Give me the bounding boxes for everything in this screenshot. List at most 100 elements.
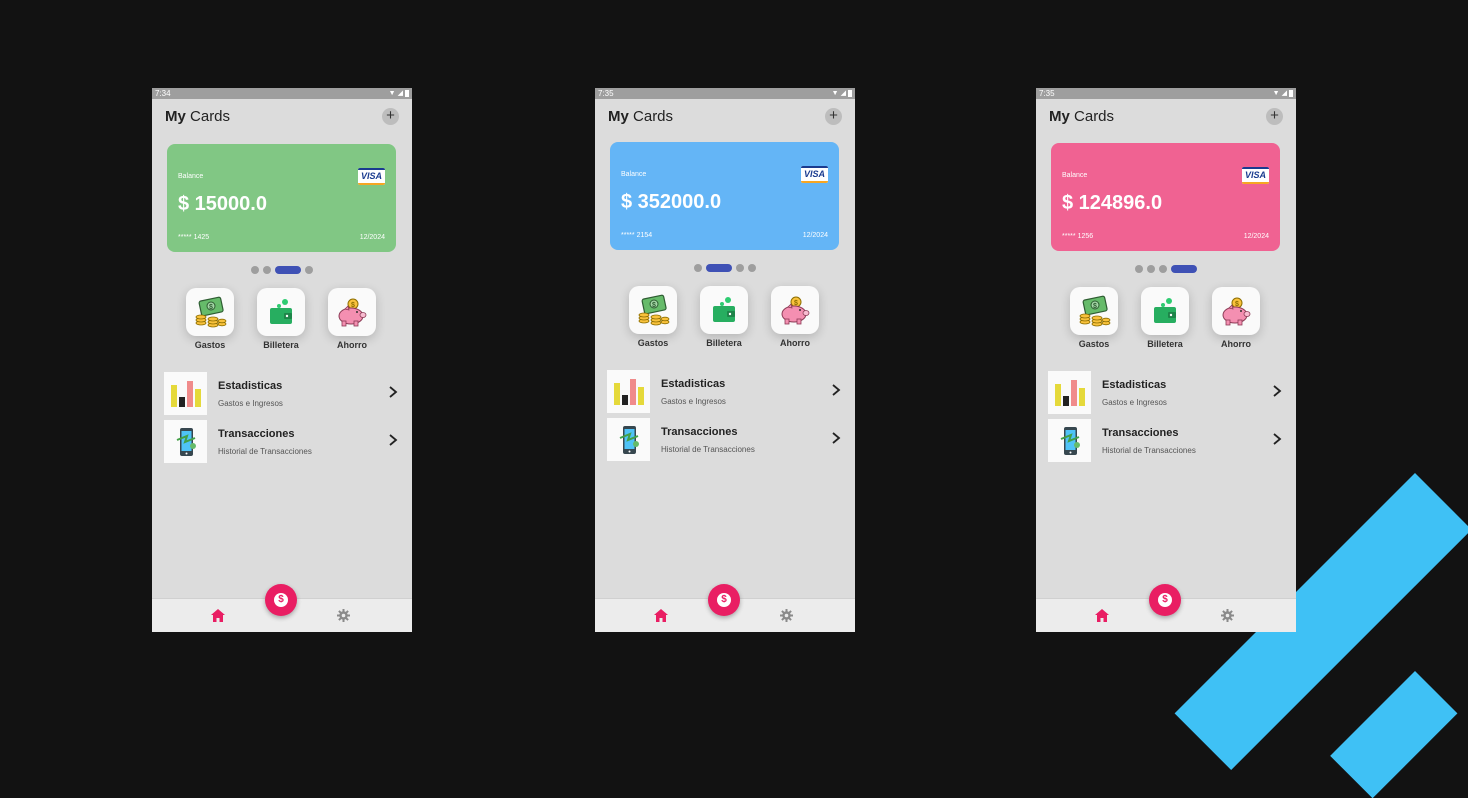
indicator-dot[interactable] [694,264,702,272]
indicator-dot[interactable] [706,264,732,272]
home-icon[interactable] [1095,609,1109,622]
estadisticas-item[interactable]: Estadisticas Gastos e Ingresos [607,370,843,413]
transacciones-item[interactable]: Transacciones Historial de Transacciones [1048,419,1284,462]
money-coins-icon: $ [1079,295,1111,327]
page-title: My Cards [165,108,230,125]
transacciones-item[interactable]: Transacciones Historial de Transacciones [164,420,400,463]
indicator-dot[interactable] [1171,265,1197,273]
ahorro-button[interactable]: $ Ahorro [770,286,820,348]
visa-logo: VISA [1242,167,1269,184]
add-card-button[interactable]: + [1266,107,1283,125]
phone-screen-2: 7:35 ▼ ◢ My Cards + Balance VISA $ 35200… [595,88,855,632]
wallet-icon [713,297,735,322]
action-tile [257,288,305,336]
quick-actions: $ Gastos Billetera $ Ahorro [1069,287,1261,349]
add-transaction-fab[interactable]: $ [708,584,740,616]
app-header: My Cards + [152,99,412,133]
card-expiry: 12/2024 [1243,233,1269,240]
billetera-button[interactable]: Billetera [1140,287,1190,349]
home-icon[interactable] [211,609,225,622]
action-tile: $ [1212,287,1260,335]
signal-icon: ◢ [840,90,846,97]
balance-label: Balance [178,173,204,180]
balance-amount: $ 124896.0 [1062,192,1163,214]
quick-actions: $ Gastos Billetera $ Ahorro [185,288,377,350]
indicator-dot[interactable] [263,266,271,274]
page-title-bold: My [608,107,629,125]
wifi-icon: ▼ [831,90,839,97]
gastos-button[interactable]: $ Gastos [185,288,235,350]
gear-icon[interactable] [780,609,793,622]
transacciones-subtitle: Historial de Transacciones [661,445,755,454]
indicator-dot[interactable] [251,266,259,274]
transacciones-subtitle: Historial de Transacciones [1102,446,1196,455]
piggy-bank-icon: $ [781,296,810,325]
balance-card[interactable]: Balance VISA $ 15000.0 ***** 1425 12/202… [167,144,396,252]
dollar-icon: $ [274,593,288,607]
quick-actions: $ Gastos Billetera $ Ahorro [628,286,820,348]
estadisticas-subtitle: Gastos e Ingresos [218,399,283,408]
indicator-dot[interactable] [1135,265,1143,273]
card-expiry: 12/2024 [359,234,385,241]
app-header: My Cards + [1036,99,1296,133]
wifi-icon: ▼ [388,90,396,97]
gastos-button[interactable]: $ Gastos [628,286,678,348]
home-icon[interactable] [654,609,668,622]
page-title-rest: Cards [633,107,674,125]
piggy-bank-icon: $ [1222,297,1251,326]
chevron-right-icon [1273,433,1282,445]
status-icons: ▼ ◢ [1273,88,1293,99]
action-tile: $ [186,288,234,336]
indicator-dot[interactable] [1159,265,1167,273]
indicator-dot[interactable] [748,264,756,272]
page-title-bold: My [1049,107,1070,125]
indicator-dot[interactable] [305,266,313,274]
status-time: 7:35 [598,89,614,98]
balance-card[interactable]: Balance VISA $ 352000.0 ***** 2154 12/20… [610,142,839,250]
visa-logo: VISA [801,166,828,183]
ahorro-button[interactable]: $ Ahorro [327,288,377,350]
ahorro-label: Ahorro [780,338,810,348]
money-coins-icon: $ [195,296,227,328]
billetera-button[interactable]: Billetera [699,286,749,348]
add-transaction-fab[interactable]: $ [1149,584,1181,616]
page-indicator [595,264,855,272]
transacciones-item[interactable]: Transacciones Historial de Transacciones [607,418,843,461]
dollar-icon: $ [717,593,731,607]
estadisticas-title: Estadisticas [218,380,283,392]
battery-icon [1289,90,1293,97]
phone-transfer-icon [176,427,196,456]
bar-chart-icon [613,378,644,405]
dollar-icon: $ [1158,593,1172,607]
wifi-icon: ▼ [1272,90,1280,97]
indicator-dot[interactable] [275,266,301,274]
indicator-dot[interactable] [1147,265,1155,273]
add-transaction-fab[interactable]: $ [265,584,297,616]
signal-icon: ◢ [397,90,403,97]
gastos-button[interactable]: $ Gastos [1069,287,1119,349]
status-time: 7:34 [155,89,171,98]
signal-icon: ◢ [1281,90,1287,97]
gastos-label: Gastos [637,338,669,348]
estadisticas-title: Estadisticas [1102,379,1167,391]
chevron-right-icon [389,434,398,446]
balance-amount: $ 352000.0 [621,191,722,213]
estadisticas-item[interactable]: Estadisticas Gastos e Ingresos [164,372,400,415]
balance-card[interactable]: Balance VISA $ 124896.0 ***** 1256 12/20… [1051,143,1280,251]
gear-icon[interactable] [337,609,350,622]
add-card-button[interactable]: + [825,107,842,125]
ahorro-button[interactable]: $ Ahorro [1211,287,1261,349]
page-title-rest: Cards [1074,107,1115,125]
billetera-button[interactable]: Billetera [256,288,306,350]
billetera-label: Billetera [706,338,742,348]
gear-icon[interactable] [1221,609,1234,622]
menu-icon-box [607,370,650,413]
page-indicator [1036,265,1296,273]
estadisticas-item[interactable]: Estadisticas Gastos e Ingresos [1048,371,1284,414]
bar-chart-icon [170,380,201,407]
indicator-dot[interactable] [736,264,744,272]
bar-chart-icon [1054,379,1085,406]
gastos-label: Gastos [194,340,226,350]
add-card-button[interactable]: + [382,107,399,125]
balance-label: Balance [1062,172,1088,179]
